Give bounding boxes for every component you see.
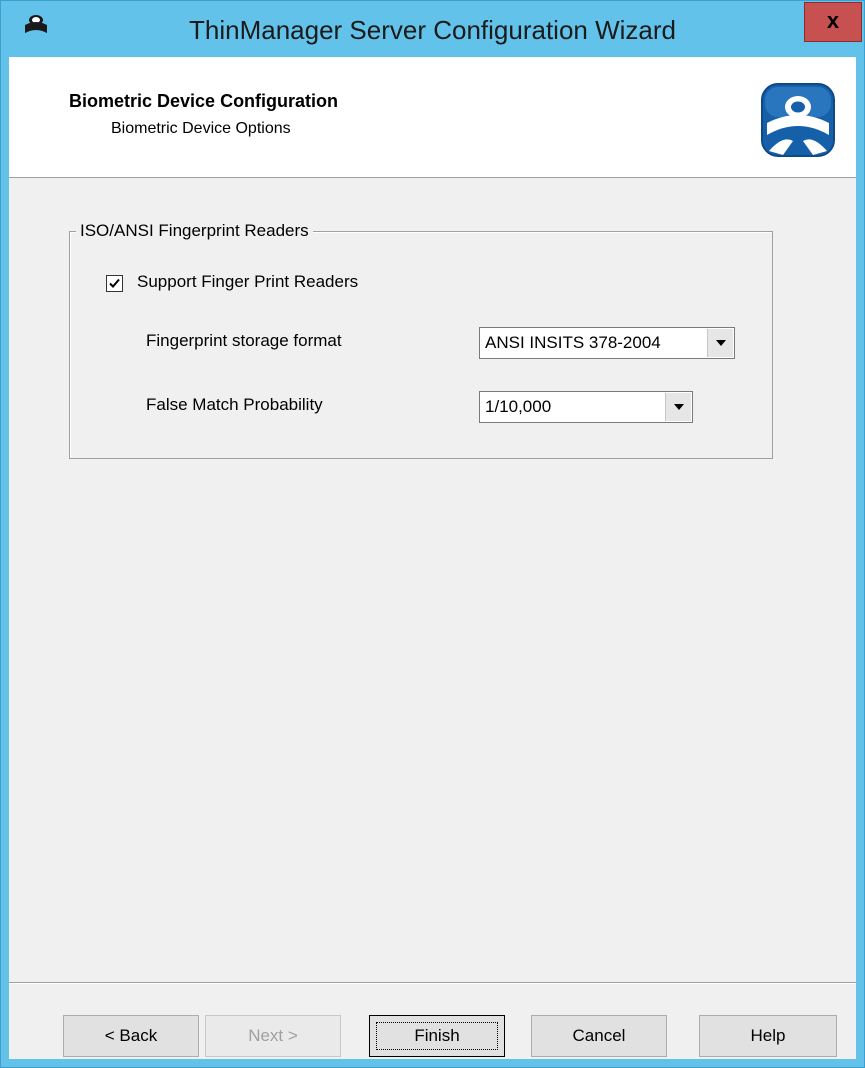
storage-format-label: Fingerprint storage format (146, 331, 342, 350)
page-title: Biometric Device Configuration (69, 91, 339, 111)
chevron-down-icon (716, 340, 726, 346)
false-match-dropdown-button[interactable] (665, 393, 691, 421)
next-button[interactable]: Next > (205, 1015, 341, 1057)
storage-format-dropdown-button[interactable] (707, 329, 733, 357)
storage-format-value: ANSI INSITS 378-2004 (485, 333, 661, 352)
close-button[interactable]: x (804, 2, 862, 42)
footer-divider-highlight (9, 983, 856, 984)
storage-format-select[interactable]: ANSI INSITS 378-2004 (479, 327, 735, 359)
wizard-client-area: Biometric Device Configuration Biometric… (9, 57, 856, 1059)
back-button[interactable]: < Back (63, 1015, 199, 1057)
wizard-header: Biometric Device Configuration Biometric… (9, 57, 856, 178)
title-bar[interactable]: ThinManager Server Configuration Wizard … (1, 1, 864, 57)
window-title: ThinManager Server Configuration Wizard (189, 15, 676, 45)
wizard-window: ThinManager Server Configuration Wizard … (0, 0, 865, 1068)
false-match-select[interactable]: 1/10,000 (479, 391, 693, 423)
group-legend: ISO/ANSI Fingerprint Readers (76, 221, 313, 241)
chevron-down-icon (674, 404, 684, 410)
support-fingerprint-checkbox[interactable] (106, 275, 123, 292)
thinmanager-logo-icon (761, 83, 835, 157)
false-match-value: 1/10,000 (485, 397, 552, 416)
help-button[interactable]: Help (699, 1015, 837, 1057)
finish-button-label: Finish (376, 1022, 498, 1050)
close-icon: x (826, 8, 840, 33)
support-fingerprint-label[interactable]: Support Finger Print Readers (137, 272, 358, 292)
finish-button[interactable]: Finish (369, 1015, 505, 1057)
page-subtitle: Biometric Device Options (111, 120, 291, 137)
cancel-button[interactable]: Cancel (531, 1015, 667, 1057)
false-match-label: False Match Probability (146, 395, 323, 414)
checkmark-icon (109, 278, 120, 288)
